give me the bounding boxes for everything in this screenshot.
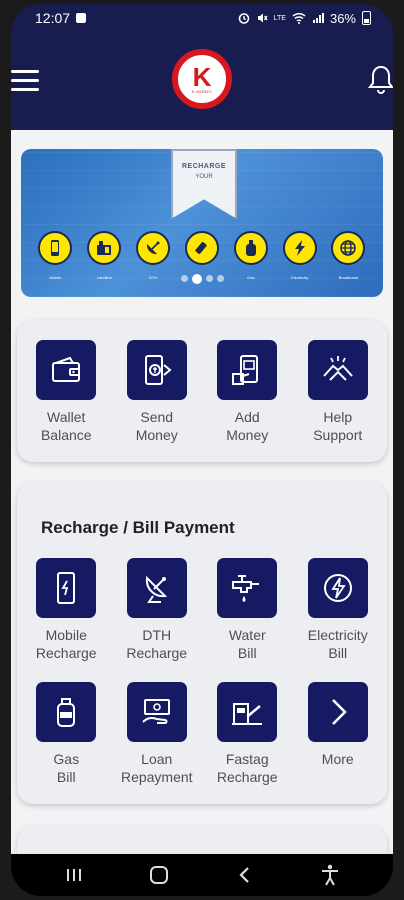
main-content: RECHARGE YOUR Mobile Landline DTH Gas El… <box>11 130 393 854</box>
electricity-bill-button[interactable]: Electricity Bill <box>295 558 381 662</box>
water-bill-button[interactable]: Water Bill <box>204 558 290 662</box>
section-title: Recharge / Bill Payment <box>41 518 235 537</box>
mobile-recharge-icon <box>57 572 76 604</box>
carousel-dots <box>21 274 383 284</box>
tile-label: Loan Repayment <box>120 751 193 785</box>
banner-ribbon: RECHARGE YOUR <box>171 149 237 219</box>
ribbon-title: RECHARGE <box>181 163 227 170</box>
banner-item-landline: Landline <box>84 231 124 280</box>
more-button[interactable]: More <box>295 682 381 786</box>
mobile-icon <box>51 240 60 256</box>
app-header: K K-MONEY <box>11 32 393 130</box>
banner-item-electricity: Electricity <box>280 231 320 280</box>
tile-label: Help Support <box>313 409 363 443</box>
help-support-button[interactable]: Help Support <box>295 340 381 444</box>
battery-percent: 36% <box>329 10 356 26</box>
alarm-icon <box>238 13 249 24</box>
landline-icon <box>97 241 112 255</box>
battery-icon <box>362 11 371 25</box>
quick-actions-row: Wallet Balance Send Money Add Money Help… <box>17 340 387 444</box>
gas-bill-button[interactable]: Gas Bill <box>23 682 109 786</box>
carousel-dot[interactable] <box>205 275 213 282</box>
tile-label: Gas Bill <box>53 751 80 785</box>
system-nav-bar <box>11 854 393 896</box>
carousel-dot[interactable] <box>216 275 224 282</box>
tile-label: DTH Recharge <box>126 627 188 661</box>
next-section-card <box>17 826 387 854</box>
wallet-balance-button[interactable]: Wallet Balance <box>23 340 109 444</box>
recharge-row-1: Mobile Recharge DTH Recharge Water Bill … <box>17 558 387 662</box>
add-money-button[interactable]: Add Money <box>204 340 290 444</box>
globe-icon <box>340 240 357 256</box>
wallet-icon <box>52 356 81 382</box>
tile-label: Electricity Bill <box>307 627 368 661</box>
banner-item-broadband: Broadband <box>328 231 368 280</box>
wifi-icon <box>292 12 306 24</box>
kmoney-logo: K K-MONEY <box>172 49 232 109</box>
lte-icon: LTE <box>273 14 286 22</box>
image-icon <box>76 13 87 23</box>
dish-icon <box>147 241 160 255</box>
gas-cylinder-icon <box>245 240 256 256</box>
carousel-dot[interactable] <box>180 275 188 282</box>
add-money-icon <box>232 355 259 385</box>
send-money-button[interactable]: Send Money <box>114 340 200 444</box>
home-button[interactable] <box>144 860 174 890</box>
electricity-icon <box>323 574 352 602</box>
fastag-recharge-button[interactable]: Fastag Recharge <box>204 682 290 786</box>
handshake-icon <box>323 356 353 381</box>
banner-icon-row: Mobile Landline DTH Gas Electricity Broa… <box>21 231 383 280</box>
recent-apps-icon <box>66 869 81 881</box>
accessibility-icon <box>322 864 339 886</box>
accessibility-button[interactable] <box>315 860 345 890</box>
tile-label: Send Money <box>135 409 178 443</box>
banner-item-datacard <box>182 231 222 280</box>
recharge-bill-card: Recharge / Bill Payment Mobile Recharge … <box>17 482 387 804</box>
banner-item-gas: Gas <box>231 231 271 280</box>
hamburger-icon[interactable] <box>11 70 39 92</box>
water-tap-icon <box>232 575 260 602</box>
loan-icon <box>142 699 170 724</box>
tile-label: More <box>321 751 354 767</box>
logo-letter: K <box>192 61 212 92</box>
loan-repayment-button[interactable]: Loan Repayment <box>114 682 200 786</box>
gas-bill-icon <box>57 698 76 727</box>
signal-icon <box>312 13 324 23</box>
tile-label: Add Money <box>226 409 269 443</box>
back-icon <box>239 867 249 883</box>
usb-icon <box>195 241 207 255</box>
home-icon <box>150 866 169 884</box>
phone-screen: 12:07 LTE 36% K K-MONEY RECHARGE YOUR Mo… <box>11 4 393 896</box>
status-bar: 12:07 LTE 36% <box>11 4 393 32</box>
lightning-icon <box>294 240 305 256</box>
recharge-row-2: Gas Bill Loan Repayment Fastag Recharge … <box>17 682 387 786</box>
bell-icon[interactable] <box>367 64 393 96</box>
back-button[interactable] <box>230 860 260 890</box>
ribbon-subtitle: YOUR <box>195 174 213 180</box>
promo-banner[interactable]: RECHARGE YOUR Mobile Landline DTH Gas El… <box>21 149 383 297</box>
mute-icon <box>257 13 268 23</box>
tile-label: Wallet Balance <box>40 409 92 443</box>
toll-icon <box>232 703 263 725</box>
send-money-icon <box>144 355 172 385</box>
banner-item-dth: DTH <box>133 231 173 280</box>
carousel-dot-active[interactable] <box>191 274 202 284</box>
dth-icon <box>145 575 167 603</box>
dth-recharge-button[interactable]: DTH Recharge <box>114 558 200 662</box>
mobile-recharge-button[interactable]: Mobile Recharge <box>23 558 109 662</box>
tile-label: Water Bill <box>228 627 266 661</box>
banner-item-mobile: Mobile <box>35 231 75 280</box>
chevron-right-icon <box>331 699 347 725</box>
quick-actions-card: Wallet Balance Send Money Add Money Help… <box>17 320 387 462</box>
logo-text: K-MONEY <box>191 88 213 94</box>
tile-label: Fastag Recharge <box>216 751 278 785</box>
tile-label: Mobile Recharge <box>35 627 97 661</box>
recent-apps-button[interactable] <box>59 860 89 890</box>
status-time: 12:07 <box>35 10 71 26</box>
